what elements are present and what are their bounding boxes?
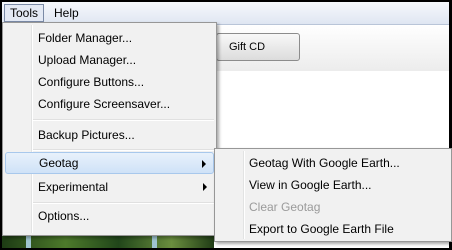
menu-help[interactable]: Help xyxy=(49,5,84,21)
menu-separator xyxy=(33,119,214,121)
menu-item-folder-manager[interactable]: Folder Manager... xyxy=(5,27,214,49)
chevron-right-icon xyxy=(203,183,207,191)
tools-dropdown-menu: Folder Manager... Upload Manager... Conf… xyxy=(2,22,217,236)
menu-item-experimental-label: Experimental xyxy=(38,180,109,194)
menu-item-clear-geotag: Clear Geotag xyxy=(249,200,321,214)
menu-item-options[interactable]: Options... xyxy=(5,205,214,227)
menu-item-backup-pictures[interactable]: Backup Pictures... xyxy=(5,124,214,146)
chevron-right-icon xyxy=(202,160,206,168)
menu-separator xyxy=(33,149,214,151)
geotag-submenu: Geotag With Google Earth... View in Goog… xyxy=(214,148,452,242)
menu-item-configure-buttons[interactable]: Configure Buttons... xyxy=(5,71,214,93)
menu-item-view-in-google-earth[interactable]: View in Google Earth... xyxy=(217,174,449,196)
menu-item-geotag[interactable]: Geotag xyxy=(5,152,214,174)
menu-item-geotag-with-google-earth[interactable]: Geotag With Google Earth... xyxy=(217,152,449,174)
menu-item-geotag-label: Geotag xyxy=(39,156,79,170)
menu-item-export-to-google-earth-file[interactable]: Export to Google Earth File xyxy=(217,218,449,240)
menu-item-configure-screensaver[interactable]: Configure Screensaver... xyxy=(5,93,214,115)
menu-separator xyxy=(33,202,214,204)
gift-cd-button[interactable]: Gift CD xyxy=(216,33,300,61)
menu-item-experimental[interactable]: Experimental xyxy=(5,176,214,198)
menu-item-upload-manager[interactable]: Upload Manager... xyxy=(5,49,214,71)
menu-tools[interactable]: Tools xyxy=(4,4,45,22)
